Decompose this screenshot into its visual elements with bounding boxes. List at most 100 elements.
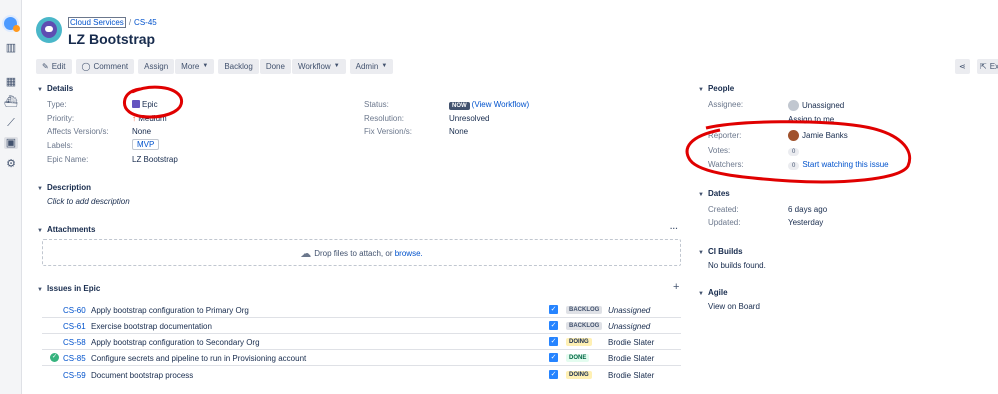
status-badge: BACKLOG [566,322,603,330]
export-icon: ⇱ [980,62,987,71]
assign-to-me-link[interactable]: Assign to me [788,115,834,124]
priority-value[interactable]: ↑ Medium [132,114,167,123]
type-label: Type: [47,100,67,109]
page-title: LZ Bootstrap [68,31,156,47]
assignee-value[interactable]: Unassigned [788,100,844,111]
backlog-button[interactable]: Backlog [218,59,259,74]
issue-summary[interactable]: Configure secrets and pipeline to run in… [91,354,306,363]
project-avatar-icon[interactable] [2,15,20,32]
priority-arrow-icon: ↑ [132,114,136,123]
view-workflow-link[interactable]: (View Workflow) [472,100,530,109]
issue-assignee: Brodie Slater [608,371,655,380]
issues-icon[interactable]: ▣ [4,137,18,149]
edit-button[interactable]: ✎ Edit [36,59,72,74]
issue-summary[interactable]: Exercise bootstrap documentation [91,322,212,331]
attachments-heading-label: Attachments [46,225,96,234]
issue-key-link[interactable]: CS-59 [63,371,86,380]
labels-label: Labels: [47,141,73,150]
updated-label: Updated: [708,218,741,227]
workflow-button[interactable]: Workflow ▼ [291,59,346,74]
browse-link[interactable]: browse. [395,249,423,258]
pencil-icon: ✎ [42,62,49,71]
comment-button[interactable]: ◯ Comment [75,59,135,74]
fix-version-value[interactable]: None [449,127,468,136]
type-value[interactable]: Epic [132,100,158,109]
details-heading-label: Details [46,84,74,93]
issues-in-epic-heading-label: Issues in Epic [46,284,101,293]
story-type-icon: ✓ [549,305,558,314]
ci-builds-heading-label: CI Builds [707,247,743,256]
view-on-board-link[interactable]: View on Board [708,302,760,311]
export-button[interactable]: ⇱ Ex [977,59,998,74]
admin-button[interactable]: Admin ▼ [349,59,394,74]
issue-key-link[interactable]: CS-60 [63,306,86,315]
settings-icon[interactable]: ⚙ [4,158,18,170]
chevron-down-icon: ▼ [333,63,340,69]
description-heading[interactable]: ▼ Description [37,183,91,192]
workflow-label: Workflow [297,62,331,71]
status-value: NOW (View Workflow) [449,100,529,110]
done-check-icon: ✓ [50,353,59,362]
more-button[interactable]: More ▼ [175,59,215,74]
assign-button[interactable]: Assign [138,59,175,74]
table-row[interactable]: CS-60 Apply bootstrap configuration to P… [42,302,681,318]
reporter-value[interactable]: Jamie Banks [788,130,848,141]
ci-builds-text: No builds found. [708,261,766,270]
done-label: Done [265,62,285,71]
created-label: Created: [708,205,739,214]
table-row[interactable]: CS-58 Apply bootstrap configuration to S… [42,334,681,350]
table-row[interactable]: CS-61 Exercise bootstrap documentation ✓… [42,318,681,334]
add-issue-icon[interactable]: + [673,281,679,293]
fix-version-label: Fix Version/s: [364,127,413,136]
done-button[interactable]: Done [259,59,291,74]
labels-value[interactable]: MVP [132,139,160,150]
table-row[interactable]: CS-59 Document bootstrap process ✓ DOING… [42,367,681,383]
ci-builds-heading[interactable]: ▼ CI Builds [698,247,743,256]
left-sidebar: ▥ ▦ ⛴ ⟋ ▣ ⚙ [0,0,22,394]
attachments-heading[interactable]: ▼ Attachments [37,225,95,234]
assign-label: Assign [144,62,169,71]
reports-icon[interactable]: ⟋ [4,117,18,129]
issues-in-epic-heading[interactable]: ▼ Issues in Epic [37,284,100,293]
breadcrumb-issue-key[interactable]: CS-45 [134,18,157,27]
start-watching-link[interactable]: Start watching this issue [802,160,888,169]
label-tag[interactable]: MVP [132,139,160,150]
issue-summary[interactable]: Apply bootstrap configuration to Primary… [91,306,249,315]
dates-heading-label: Dates [707,189,730,198]
chevron-down-icon: ▼ [37,287,43,293]
share-button[interactable]: ⋖ [955,59,970,74]
issue-summary[interactable]: Document bootstrap process [91,371,193,380]
people-heading[interactable]: ▼ People [698,84,734,93]
affects-version-value[interactable]: None [132,127,151,136]
edit-label: Edit [51,62,66,71]
status-badge: NOW [449,102,470,110]
issue-summary[interactable]: Apply bootstrap configuration to Seconda… [91,338,260,347]
watchers-label: Watchers: [708,160,744,169]
resolution-label: Resolution: [364,114,405,123]
export-label: Ex [989,62,998,71]
story-type-icon: ✓ [549,370,558,379]
status-badge: DOING [566,371,592,379]
breadcrumb-project-link[interactable]: Cloud Services [68,17,126,28]
releases-icon[interactable]: ⛴ [4,96,18,108]
issue-key-link[interactable]: CS-85 [63,354,86,363]
board-icon[interactable]: ▥ [4,42,18,54]
chevron-down-icon: ▼ [37,186,43,192]
details-heading[interactable]: ▼ Details [37,84,73,93]
agile-heading[interactable]: ▼ Agile [698,288,728,297]
attachment-dropzone[interactable]: ☁ Drop files to attach, or browse. [42,239,681,266]
project-avatar[interactable] [36,17,62,43]
votes-count-badge: 0 [788,148,800,156]
backlog-label: Backlog [224,62,253,71]
status-label: Status: [364,100,389,109]
votes-value[interactable]: 0 [788,146,802,156]
dates-heading[interactable]: ▼ Dates [698,189,730,198]
epic-name-value[interactable]: LZ Bootstrap [132,155,178,164]
watchers-value: 0 Start watching this issue [788,160,889,170]
description-field[interactable]: Click to add description [47,197,130,206]
issue-key-link[interactable]: CS-61 [63,322,86,331]
issue-key-link[interactable]: CS-58 [63,338,86,347]
backlog-icon[interactable]: ▦ [4,76,18,88]
table-row[interactable]: ✓ CS-85 Configure secrets and pipeline t… [42,350,681,366]
attachments-menu-icon[interactable]: ··· [670,224,678,233]
